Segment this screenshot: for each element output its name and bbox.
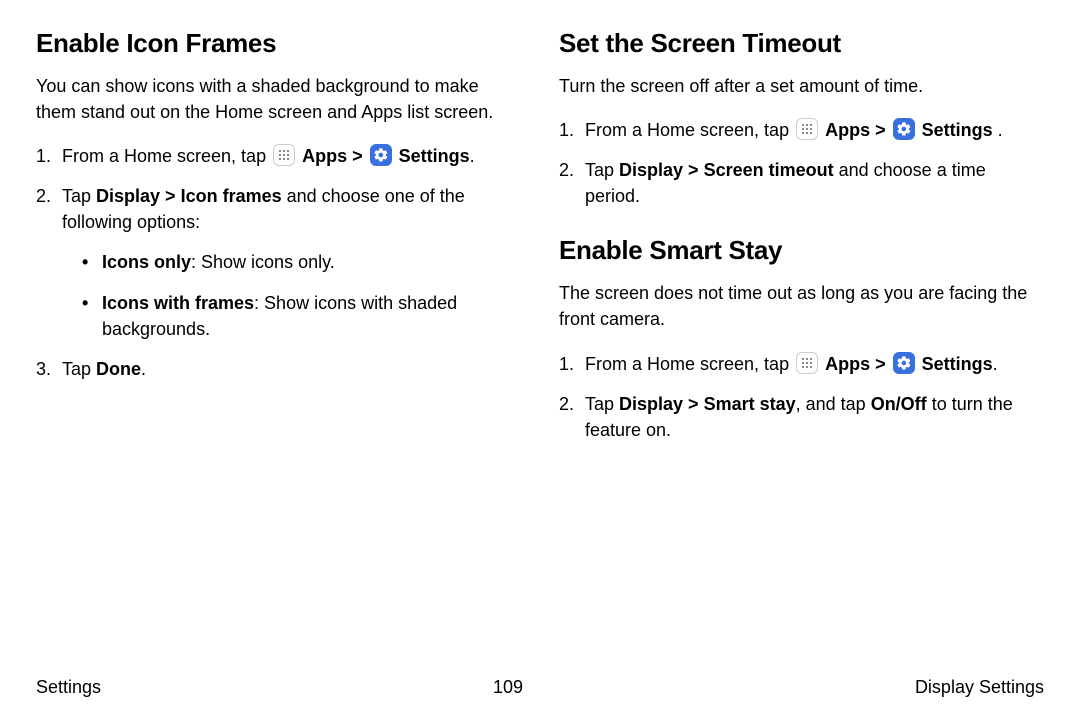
bullet1-a: Icons only: [102, 252, 191, 272]
section-screen-timeout: Set the Screen Timeout Turn the screen o…: [559, 28, 1044, 209]
chevron-text: >: [870, 354, 891, 374]
step2-b: Display > Smart stay: [619, 394, 796, 414]
step2-a: Tap: [585, 160, 619, 180]
chevron-text: >: [870, 120, 891, 140]
step2-d: On/Off: [871, 394, 927, 414]
step-1: From a Home screen, tap Apps > Settings …: [559, 117, 1044, 143]
bullet-icons-frames: Icons with frames: Show icons with shade…: [82, 290, 521, 342]
settings-icon: [370, 144, 392, 166]
step-1: From a Home screen, tap Apps > Settings.: [36, 143, 521, 169]
apps-label: Apps: [302, 146, 347, 166]
chevron-text: >: [347, 146, 368, 166]
bullet1-b: : Show icons only.: [191, 252, 335, 272]
step-2: Tap Display > Smart stay, and tap On/Off…: [559, 391, 1044, 443]
apps-label: Apps: [825, 120, 870, 140]
step2-b: Display > Screen timeout: [619, 160, 834, 180]
apps-icon: [796, 352, 818, 374]
step2-a: Tap: [62, 186, 96, 206]
step-1: From a Home screen, tap Apps > Settings.: [559, 351, 1044, 377]
bullet-icons-only: Icons only: Show icons only.: [82, 249, 521, 275]
step-2: Tap Display > Icon frames and choose one…: [36, 183, 521, 341]
apps-icon: [273, 144, 295, 166]
settings-label: Settings: [922, 120, 993, 140]
step2-a: Tap: [585, 394, 619, 414]
intro-icon-frames: You can show icons with a shaded backgro…: [36, 73, 521, 125]
apps-label: Apps: [825, 354, 870, 374]
heading-icon-frames: Enable Icon Frames: [36, 28, 521, 59]
heading-screen-timeout: Set the Screen Timeout: [559, 28, 1044, 59]
space-period: .: [993, 120, 1003, 140]
footer-page-number: 109: [493, 677, 523, 698]
step3-c: .: [141, 359, 146, 379]
bullet2-a: Icons with frames: [102, 293, 254, 313]
steps-icon-frames: From a Home screen, tap Apps > Settings.…: [36, 143, 521, 382]
period: .: [993, 354, 998, 374]
apps-icon: [796, 118, 818, 140]
steps-screen-timeout: From a Home screen, tap Apps > Settings …: [559, 117, 1044, 209]
step-text: From a Home screen, tap: [585, 120, 794, 140]
step-text: From a Home screen, tap: [62, 146, 271, 166]
settings-label: Settings: [922, 354, 993, 374]
intro-smart-stay: The screen does not time out as long as …: [559, 280, 1044, 332]
steps-smart-stay: From a Home screen, tap Apps > Settings.…: [559, 351, 1044, 443]
bullet-list: Icons only: Show icons only. Icons with …: [62, 249, 521, 341]
step3-a: Tap: [62, 359, 96, 379]
left-column: Enable Icon Frames You can show icons wi…: [36, 28, 521, 469]
intro-screen-timeout: Turn the screen off after a set amount o…: [559, 73, 1044, 99]
step2-c: , and tap: [796, 394, 871, 414]
right-column: Set the Screen Timeout Turn the screen o…: [559, 28, 1044, 469]
step-3: Tap Done.: [36, 356, 521, 382]
step-text: From a Home screen, tap: [585, 354, 794, 374]
heading-smart-stay: Enable Smart Stay: [559, 235, 1044, 266]
settings-icon: [893, 352, 915, 374]
page-footer: Settings 109 Display Settings: [36, 677, 1044, 698]
period: .: [470, 146, 475, 166]
footer-left: Settings: [36, 677, 101, 698]
step-2: Tap Display > Screen timeout and choose …: [559, 157, 1044, 209]
step3-b: Done: [96, 359, 141, 379]
step2-b: Display > Icon frames: [96, 186, 282, 206]
settings-icon: [893, 118, 915, 140]
section-smart-stay: Enable Smart Stay The screen does not ti…: [559, 235, 1044, 442]
settings-label: Settings: [399, 146, 470, 166]
footer-right: Display Settings: [915, 677, 1044, 698]
